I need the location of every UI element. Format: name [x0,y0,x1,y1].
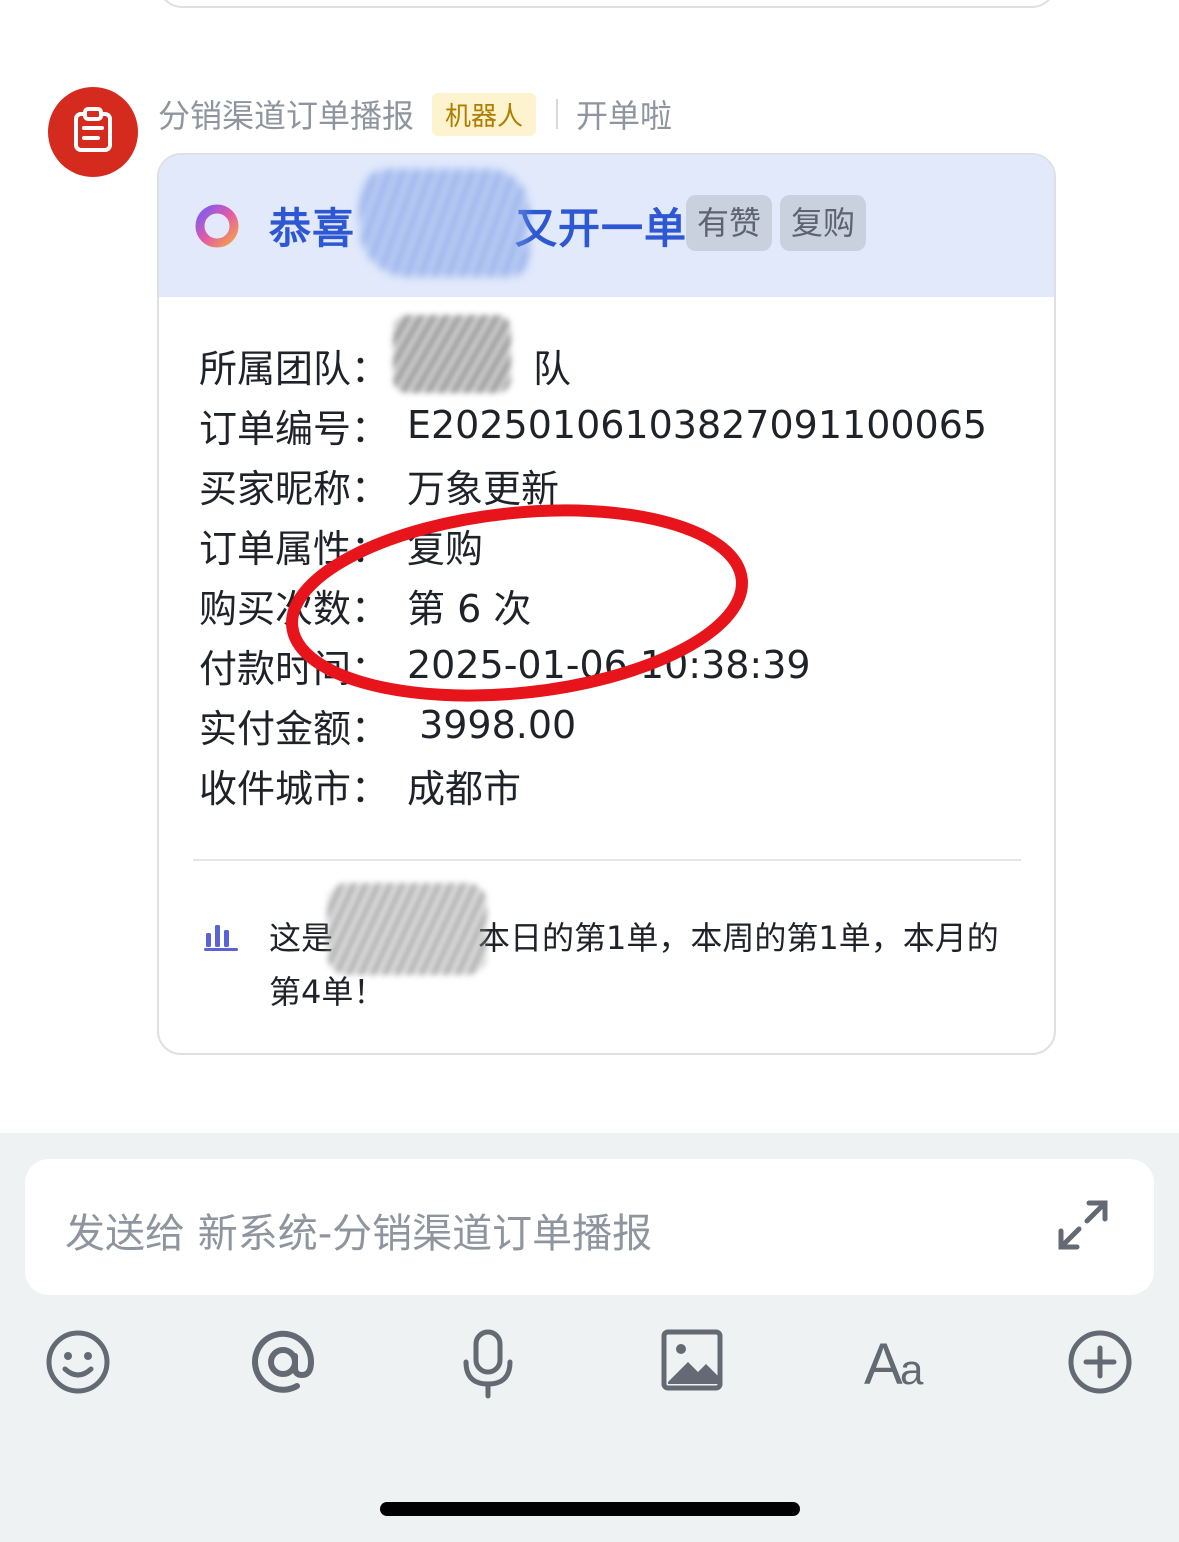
field-value: E20250106103827091100065 [407,403,988,447]
image-icon[interactable] [660,1328,724,1396]
card-divider [193,859,1021,861]
bot-badge: 机器人 [432,92,537,136]
tag-youzan: 有赞 [686,195,773,251]
bar-chart-icon [203,921,239,955]
redacted-team-blur [393,315,511,393]
field-label: 订单编号： [199,406,390,451]
svg-text:A: A [864,1332,903,1394]
field-order-number: 订单编号： E20250106103827091100065 [199,395,987,455]
svg-text:a: a [900,1346,924,1393]
plus-circle-icon[interactable] [1066,1328,1134,1400]
redacted-stat-blur [327,883,487,975]
tag-repurchase: 复购 [780,195,867,251]
sender-name[interactable]: 分销渠道订单播报 [158,91,414,137]
at-icon[interactable] [249,1328,317,1400]
previous-message-card [158,0,1056,8]
card-tags: 有赞 复购 [686,195,867,251]
message-header: 分销渠道订单播报 机器人 开单啦 [158,88,672,140]
microphone-icon[interactable] [454,1328,522,1404]
expand-icon[interactable] [1053,1195,1113,1259]
field-value: 成都市 [407,766,522,811]
ring-logo-icon [193,202,241,254]
field-team: 所属团队： 队 [199,335,987,395]
redacted-name-blur [359,169,529,277]
header-divider [556,99,559,129]
text-format-icon[interactable]: A a [862,1328,934,1398]
header-subtitle: 开单啦 [576,97,673,135]
red-circle-annotation [286,504,748,702]
clipboard-icon [72,107,114,157]
field-delivery-city: 收件城市： 成都市 [199,755,987,815]
bot-avatar[interactable] [48,87,138,177]
composer-bar: 发送给 新系统-分销渠道订单播报 A a [0,1133,1179,1542]
emoji-icon[interactable] [44,1328,112,1400]
field-label: 所属团队： [199,346,390,391]
field-label: 收件城市： [199,766,390,811]
home-indicator [380,1502,800,1516]
input-placeholder: 发送给 新系统-分销渠道订单播报 [65,1211,653,1257]
message-input[interactable]: 发送给 新系统-分销渠道订单播报 [25,1159,1154,1295]
card-header: 恭喜 又开一单！ 有赞 复购 [159,155,1054,297]
